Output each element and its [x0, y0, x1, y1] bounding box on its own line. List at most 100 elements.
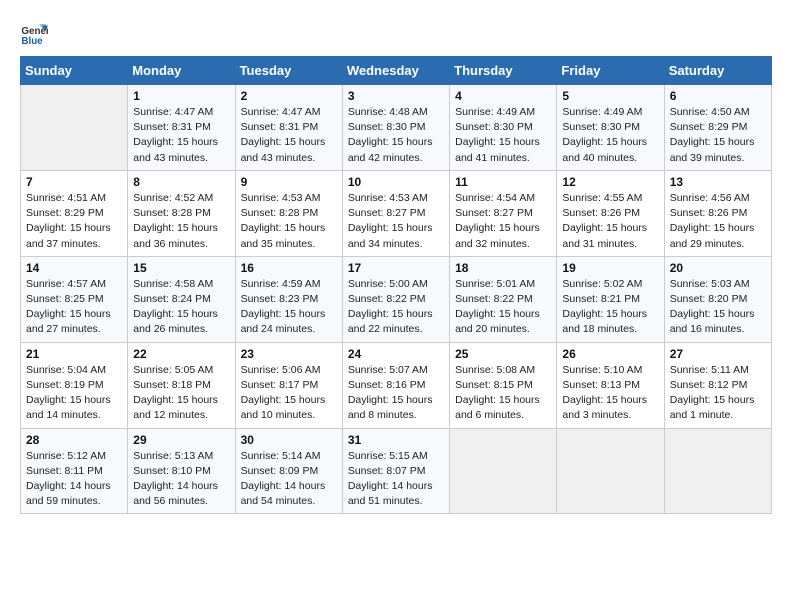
logo: General Blue — [20, 20, 48, 48]
calendar-cell: 20Sunrise: 5:03 AM Sunset: 8:20 PM Dayli… — [664, 256, 771, 342]
day-number: 30 — [241, 433, 337, 447]
day-number: 2 — [241, 89, 337, 103]
day-info: Sunrise: 4:57 AM Sunset: 8:25 PM Dayligh… — [26, 277, 122, 338]
calendar-cell: 21 Sunrise: 5:04 AM Sunset: 8:19 PM Dayli… — [21, 342, 128, 428]
calendar-cell: 18Sunrise: 5:01 AM Sunset: 8:22 PM Dayli… — [450, 256, 557, 342]
day-info: Sunrise: 4:52 AM Sunset: 8:28 PM Dayligh… — [133, 191, 229, 252]
header-thursday: Thursday — [450, 57, 557, 85]
day-number: 17 — [348, 261, 444, 275]
calendar-cell: 8 Sunrise: 4:52 AM Sunset: 8:28 PM Daylig… — [128, 170, 235, 256]
day-number: 8 — [133, 175, 229, 189]
calendar-cell: 15 Sunrise: 4:58 AM Sunset: 8:24 PM Dayli… — [128, 256, 235, 342]
calendar-cell: 2 Sunrise: 4:47 AM Sunset: 8:31 PM Daylig… — [235, 85, 342, 171]
day-number: 29 — [133, 433, 229, 447]
calendar-cell: 26 Sunrise: 5:10 AM Sunset: 8:13 PM Dayli… — [557, 342, 664, 428]
day-number: 24 — [348, 347, 444, 361]
day-info: Sunrise: 4:47 AM Sunset: 8:31 PM Dayligh… — [241, 105, 337, 166]
calendar-cell: 30 Sunrise: 5:14 AM Sunset: 8:09 PM Dayli… — [235, 428, 342, 514]
calendar-cell: 10 Sunrise: 4:53 AM Sunset: 8:27 PM Dayli… — [342, 170, 449, 256]
calendar-cell: 6 Sunrise: 4:50 AM Sunset: 8:29 PM Daylig… — [664, 85, 771, 171]
day-number: 31 — [348, 433, 444, 447]
calendar-cell: 23 Sunrise: 5:06 AM Sunset: 8:17 PM Dayli… — [235, 342, 342, 428]
calendar-cell: 31 Sunrise: 5:15 AM Sunset: 8:07 PM Dayli… — [342, 428, 449, 514]
day-number: 9 — [241, 175, 337, 189]
day-info: Sunrise: 5:01 AM Sunset: 8:22 PM Dayligh… — [455, 277, 551, 338]
header-friday: Friday — [557, 57, 664, 85]
day-number: 27 — [670, 347, 766, 361]
day-number: 28 — [26, 433, 122, 447]
calendar-header-row: SundayMondayTuesdayWednesdayThursdayFrid… — [21, 57, 772, 85]
header-monday: Monday — [128, 57, 235, 85]
calendar-cell: 4 Sunrise: 4:49 AM Sunset: 8:30 PM Daylig… — [450, 85, 557, 171]
day-number: 4 — [455, 89, 551, 103]
calendar-cell — [21, 85, 128, 171]
day-number: 20 — [670, 261, 766, 275]
header: General Blue — [20, 20, 772, 48]
day-info: Sunrise: 4:50 AM Sunset: 8:29 PM Dayligh… — [670, 105, 766, 166]
week-row-3: 14 Sunrise: 4:57 AM Sunset: 8:25 PM Dayli… — [21, 256, 772, 342]
day-info: Sunrise: 5:10 AM Sunset: 8:13 PM Dayligh… — [562, 363, 658, 424]
week-row-2: 7 Sunrise: 4:51 AM Sunset: 8:29 PM Daylig… — [21, 170, 772, 256]
header-wednesday: Wednesday — [342, 57, 449, 85]
day-number: 19 — [562, 261, 658, 275]
day-number: 16 — [241, 261, 337, 275]
day-info: Sunrise: 5:15 AM Sunset: 8:07 PM Dayligh… — [348, 449, 444, 510]
day-number: 15 — [133, 261, 229, 275]
logo-icon: General Blue — [20, 20, 48, 48]
day-number: 7 — [26, 175, 122, 189]
calendar-cell: 1Sunrise: 4:47 AM Sunset: 8:31 PM Daylig… — [128, 85, 235, 171]
calendar-table: SundayMondayTuesdayWednesdayThursdayFrid… — [20, 56, 772, 514]
day-number: 13 — [670, 175, 766, 189]
day-number: 5 — [562, 89, 658, 103]
header-tuesday: Tuesday — [235, 57, 342, 85]
day-number: 14 — [26, 261, 122, 275]
calendar-cell — [664, 428, 771, 514]
day-number: 23 — [241, 347, 337, 361]
day-info: Sunrise: 4:53 AM Sunset: 8:28 PM Dayligh… — [241, 191, 337, 252]
day-number: 10 — [348, 175, 444, 189]
calendar-cell: 27 Sunrise: 5:11 AM Sunset: 8:12 PM Dayli… — [664, 342, 771, 428]
calendar-cell: 12 Sunrise: 4:55 AM Sunset: 8:26 PM Dayli… — [557, 170, 664, 256]
day-info: Sunrise: 5:14 AM Sunset: 8:09 PM Dayligh… — [241, 449, 337, 510]
day-info: Sunrise: 5:02 AM Sunset: 8:21 PM Dayligh… — [562, 277, 658, 338]
day-info: Sunrise: 5:06 AM Sunset: 8:17 PM Dayligh… — [241, 363, 337, 424]
day-number: 11 — [455, 175, 551, 189]
calendar-cell: 5 Sunrise: 4:49 AM Sunset: 8:30 PM Daylig… — [557, 85, 664, 171]
day-info: Sunrise: 5:05 AM Sunset: 8:18 PM Dayligh… — [133, 363, 229, 424]
day-info: Sunrise: 4:58 AM Sunset: 8:24 PM Dayligh… — [133, 277, 229, 338]
day-info: Sunrise: 4:59 AM Sunset: 8:23 PM Dayligh… — [241, 277, 337, 338]
header-sunday: Sunday — [21, 57, 128, 85]
week-row-4: 21 Sunrise: 5:04 AM Sunset: 8:19 PM Dayli… — [21, 342, 772, 428]
day-info: Sunrise: 4:49 AM Sunset: 8:30 PM Dayligh… — [455, 105, 551, 166]
day-info: Sunrise: 5:04 AM Sunset: 8:19 PM Dayligh… — [26, 363, 122, 424]
calendar-cell: 3 Sunrise: 4:48 AM Sunset: 8:30 PM Daylig… — [342, 85, 449, 171]
calendar-cell: 14 Sunrise: 4:57 AM Sunset: 8:25 PM Dayli… — [21, 256, 128, 342]
calendar-cell: 7 Sunrise: 4:51 AM Sunset: 8:29 PM Daylig… — [21, 170, 128, 256]
day-info: Sunrise: 5:07 AM Sunset: 8:16 PM Dayligh… — [348, 363, 444, 424]
calendar-cell: 28Sunrise: 5:12 AM Sunset: 8:11 PM Dayli… — [21, 428, 128, 514]
svg-text:Blue: Blue — [21, 36, 43, 47]
day-info: Sunrise: 4:55 AM Sunset: 8:26 PM Dayligh… — [562, 191, 658, 252]
calendar-cell — [557, 428, 664, 514]
day-number: 22 — [133, 347, 229, 361]
day-info: Sunrise: 4:51 AM Sunset: 8:29 PM Dayligh… — [26, 191, 122, 252]
day-info: Sunrise: 5:00 AM Sunset: 8:22 PM Dayligh… — [348, 277, 444, 338]
day-info: Sunrise: 4:48 AM Sunset: 8:30 PM Dayligh… — [348, 105, 444, 166]
calendar-cell: 9 Sunrise: 4:53 AM Sunset: 8:28 PM Daylig… — [235, 170, 342, 256]
calendar-cell: 19 Sunrise: 5:02 AM Sunset: 8:21 PM Dayli… — [557, 256, 664, 342]
calendar-cell: 24 Sunrise: 5:07 AM Sunset: 8:16 PM Dayli… — [342, 342, 449, 428]
day-number: 12 — [562, 175, 658, 189]
week-row-5: 28Sunrise: 5:12 AM Sunset: 8:11 PM Dayli… — [21, 428, 772, 514]
calendar-cell: 29 Sunrise: 5:13 AM Sunset: 8:10 PM Dayli… — [128, 428, 235, 514]
calendar-cell: 13Sunrise: 4:56 AM Sunset: 8:26 PM Dayli… — [664, 170, 771, 256]
day-info: Sunrise: 4:54 AM Sunset: 8:27 PM Dayligh… — [455, 191, 551, 252]
day-info: Sunrise: 5:13 AM Sunset: 8:10 PM Dayligh… — [133, 449, 229, 510]
day-info: Sunrise: 5:11 AM Sunset: 8:12 PM Dayligh… — [670, 363, 766, 424]
day-number: 26 — [562, 347, 658, 361]
day-number: 6 — [670, 89, 766, 103]
day-info: Sunrise: 4:49 AM Sunset: 8:30 PM Dayligh… — [562, 105, 658, 166]
day-number: 3 — [348, 89, 444, 103]
header-saturday: Saturday — [664, 57, 771, 85]
day-number: 21 — [26, 347, 122, 361]
day-info: Sunrise: 4:53 AM Sunset: 8:27 PM Dayligh… — [348, 191, 444, 252]
